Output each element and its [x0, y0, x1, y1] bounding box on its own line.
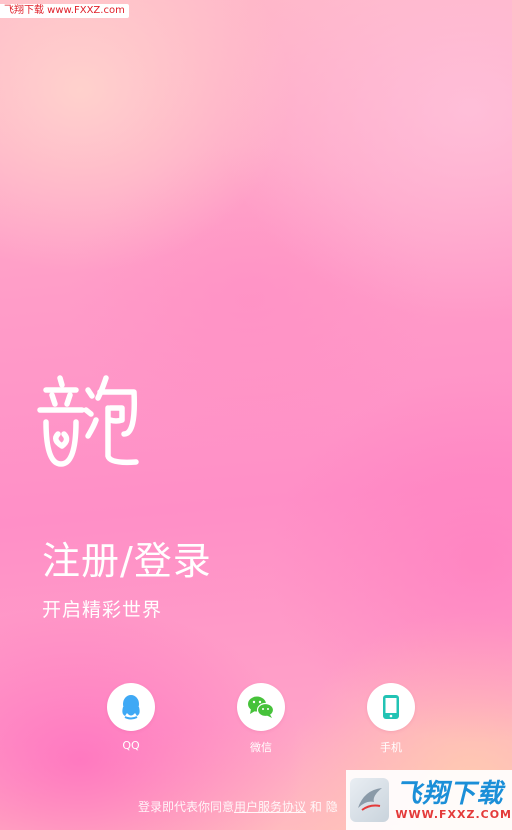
agreement-middle: 和 [309, 800, 322, 814]
watermark-text: 飞翔下载 WWW.FXXZ.COM [395, 779, 512, 821]
phone-icon [383, 695, 399, 719]
wechat-login-button[interactable]: 微信 [221, 683, 301, 755]
qq-icon [122, 695, 140, 720]
social-login-row: QQ 微信 手机 [0, 683, 512, 763]
watermark-sub: WWW.FXXZ.COM [395, 808, 512, 821]
user-service-agreement-link[interactable]: 用户服务协议 [234, 800, 306, 814]
qq-login-label: QQ [122, 739, 140, 752]
agreement-suffix: 隐 [325, 800, 338, 814]
agreement-text: 登录即代表你同意用户服务协议 和 隐 [138, 798, 338, 815]
phone-login-label: 手机 [380, 741, 402, 754]
app-logo [36, 374, 146, 474]
phone-login-circle[interactable] [367, 683, 415, 731]
wechat-login-circle[interactable] [237, 683, 285, 731]
watermark-badge [350, 778, 390, 822]
app-logo-icon [37, 375, 139, 467]
login-title: 注册/登录 [42, 539, 212, 583]
qq-login-button[interactable]: QQ [91, 683, 171, 752]
phone-login-button[interactable]: 手机 [351, 683, 431, 755]
watermark-top-text: 飞翔下载 www.FXXZ.com [4, 5, 125, 16]
watermark-main: 飞翔下载 [395, 779, 504, 809]
login-subtitle: 开启精彩世界 [42, 599, 163, 621]
wechat-icon [248, 696, 275, 718]
agreement-prefix: 登录即代表你同意 [138, 800, 235, 814]
watermark-bottom: 飞翔下载 WWW.FXXZ.COM [346, 770, 512, 830]
wechat-login-label: 微信 [250, 741, 272, 754]
watermark-top: 飞翔下载 www.FXXZ.com [0, 4, 129, 18]
bird-logo-icon [357, 788, 382, 811]
qq-login-circle[interactable] [107, 683, 155, 731]
